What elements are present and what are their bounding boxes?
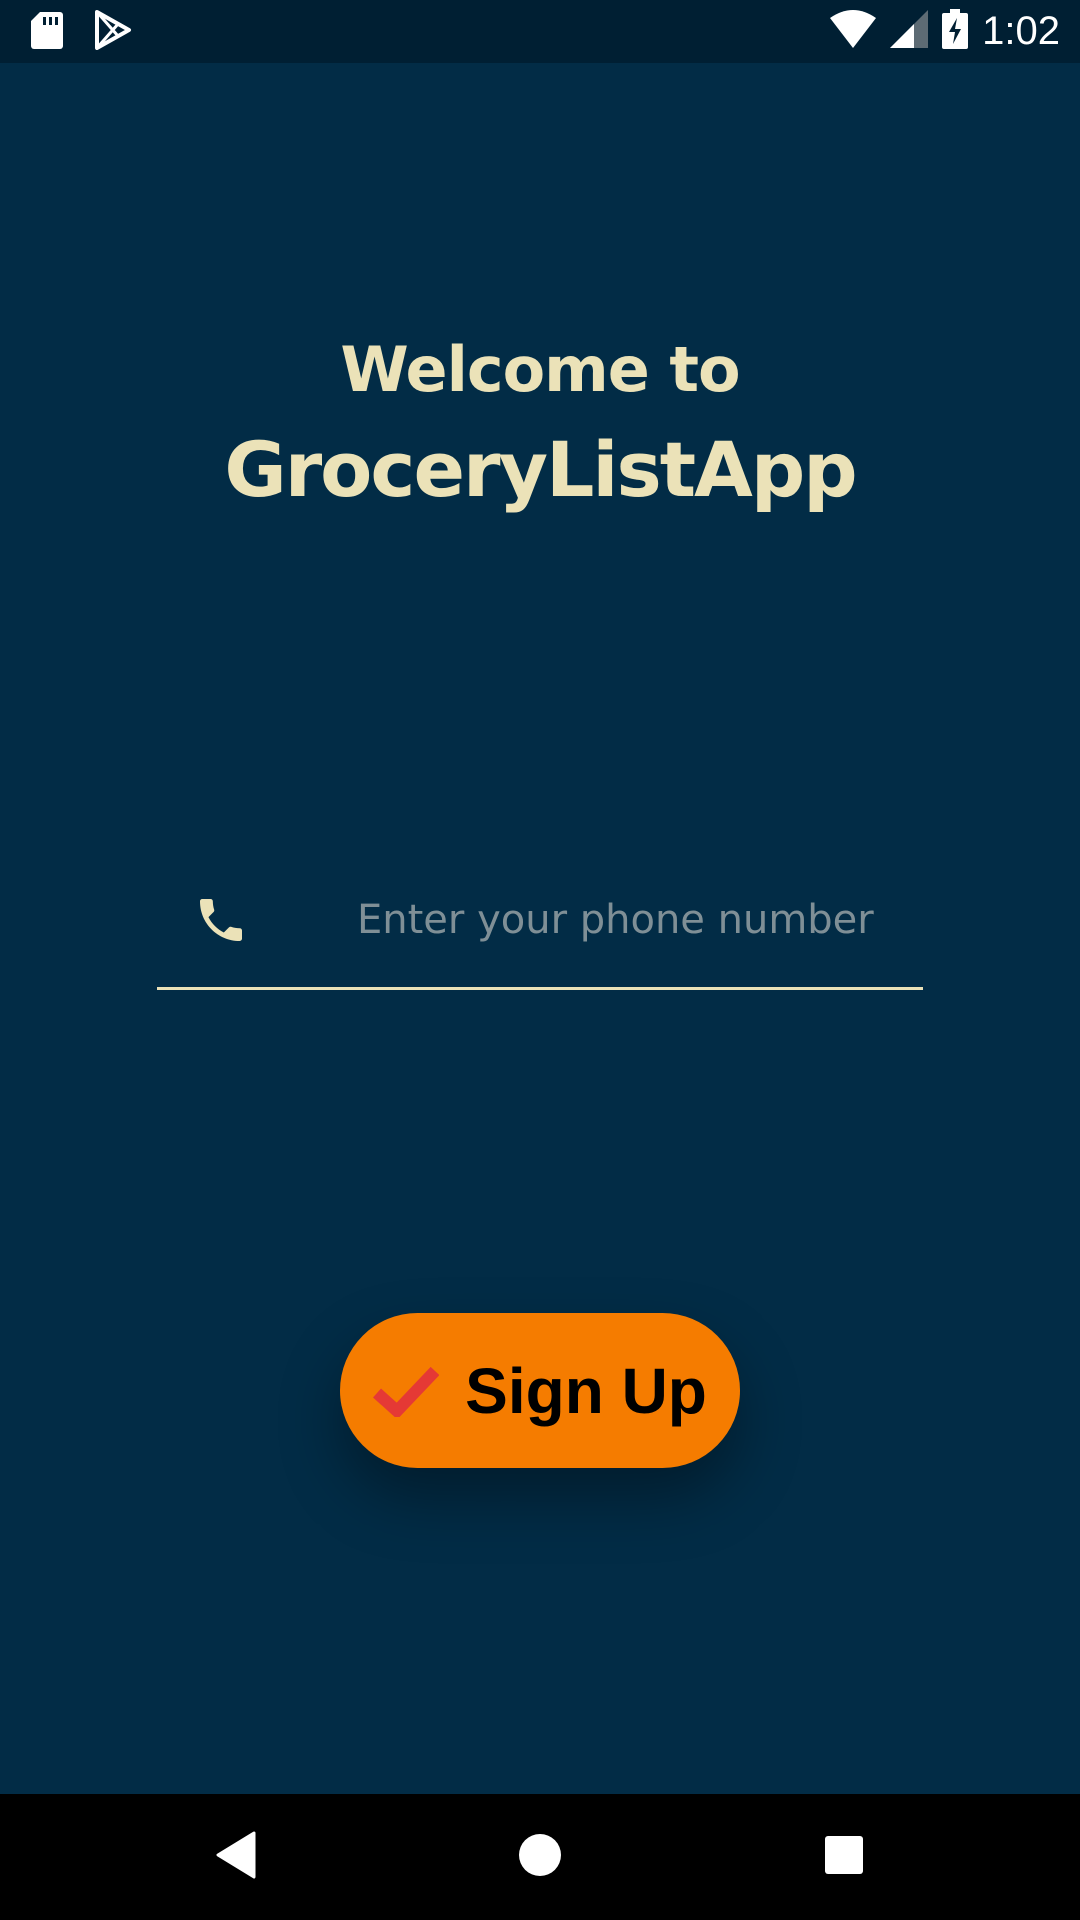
sign-up-label: Sign Up bbox=[465, 1354, 707, 1427]
home-icon bbox=[518, 1833, 562, 1881]
phone-icon bbox=[193, 892, 249, 948]
wifi-icon bbox=[830, 10, 877, 52]
phone-input[interactable] bbox=[357, 890, 897, 950]
recents-icon bbox=[824, 1835, 864, 1879]
app-title: GroceryListApp bbox=[224, 425, 857, 514]
navigation-bar bbox=[0, 1794, 1080, 1920]
play-store-icon bbox=[94, 10, 132, 54]
signup-screen: 1:02 Welcome to GroceryListApp Sign Up bbox=[0, 0, 1080, 1920]
recents-button[interactable] bbox=[784, 1794, 904, 1920]
back-icon bbox=[214, 1831, 258, 1883]
status-time: 1:02 bbox=[982, 9, 1060, 53]
sd-card-icon bbox=[30, 10, 64, 54]
check-icon bbox=[373, 1365, 440, 1419]
home-button[interactable] bbox=[480, 1794, 600, 1920]
status-bar: 1:02 bbox=[0, 0, 1080, 63]
sign-up-button[interactable]: Sign Up bbox=[340, 1313, 740, 1468]
back-button[interactable] bbox=[176, 1794, 296, 1920]
signal-icon bbox=[890, 10, 929, 52]
battery-charging-icon bbox=[942, 9, 969, 53]
phone-field[interactable] bbox=[157, 870, 923, 990]
welcome-text: Welcome to bbox=[340, 333, 740, 406]
